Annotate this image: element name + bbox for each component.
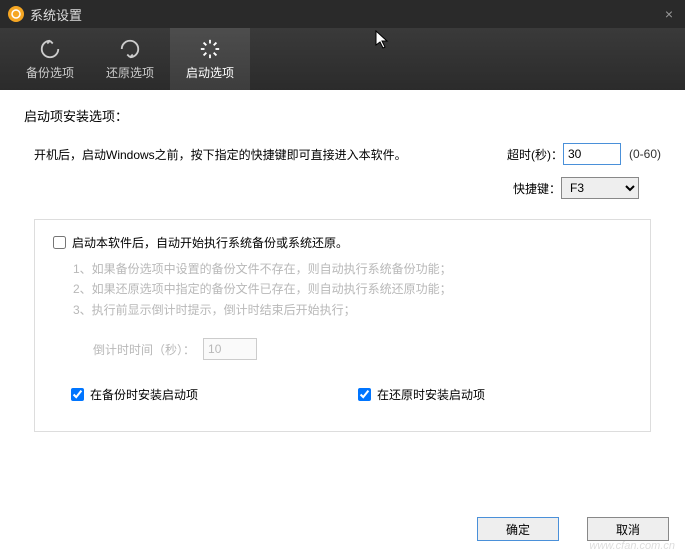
window-title: 系统设置 [30,5,661,24]
tab-backup-label: 备份选项 [26,64,74,81]
section-title: 启动项安装选项： [24,106,661,125]
restore-icon [119,38,141,60]
tab-startup-label: 启动选项 [186,64,234,81]
content-area: 启动项安装选项： 开机后，启动Windows之前，按下指定的快捷键即可直接进入本… [0,90,685,432]
hint-1: 1、如果备份选项中设置的备份文件不存在，则自动执行系统备份功能； [73,259,632,279]
tab-backup[interactable]: 备份选项 [10,28,90,90]
install-on-backup-label: 在备份时安装启动项 [90,386,198,403]
titlebar: 系统设置 × [0,0,685,28]
tab-bar: 备份选项 还原选项 启动选项 [0,28,685,90]
timeout-range: (0-60) [629,147,661,161]
close-icon[interactable]: × [661,6,677,22]
countdown-row: 倒计时时间（秒）： [53,338,632,360]
ok-button[interactable]: 确定 [477,517,559,541]
auto-run-checkbox[interactable] [53,236,66,249]
main-description: 开机后，启动Windows之前，按下指定的快捷键即可直接进入本软件。 [34,146,493,163]
countdown-label: 倒计时时间（秒）： [93,341,195,358]
install-on-restore-row[interactable]: 在还原时安装启动项 [358,386,485,403]
tab-startup[interactable]: 启动选项 [170,28,250,90]
install-on-restore-checkbox[interactable] [358,388,371,401]
watermark: www.cfan.com.cn [589,540,675,552]
hint-2: 2、如果还原选项中指定的备份文件已存在，则自动执行系统还原功能； [73,279,632,299]
hotkey-row: 快捷键： F3 [24,177,661,199]
auto-run-row[interactable]: 启动本软件后，自动开始执行系统备份或系统还原。 [53,234,632,251]
startup-icon [199,38,221,60]
footer-buttons: 确定 取消 [477,517,669,541]
install-on-restore-label: 在还原时安装启动项 [377,386,485,403]
countdown-input[interactable] [203,338,257,360]
tab-restore[interactable]: 还原选项 [90,28,170,90]
options-panel: 启动本软件后，自动开始执行系统备份或系统还原。 1、如果备份选项中设置的备份文件… [34,219,651,432]
app-icon [8,6,24,22]
cancel-button[interactable]: 取消 [587,517,669,541]
backup-icon [39,38,61,60]
auto-run-label: 启动本软件后，自动开始执行系统备份或系统还原。 [72,234,348,251]
hints: 1、如果备份选项中设置的备份文件不存在，则自动执行系统备份功能； 2、如果还原选… [53,259,632,320]
hint-3: 3、执行前显示倒计时提示，倒计时结束后开始执行； [73,300,632,320]
hotkey-label: 快捷键： [491,180,561,197]
install-on-backup-checkbox[interactable] [71,388,84,401]
timeout-label: 超时(秒)： [493,146,563,163]
main-row: 开机后，启动Windows之前，按下指定的快捷键即可直接进入本软件。 超时(秒)… [24,143,661,165]
timeout-input[interactable] [563,143,621,165]
install-options: 在备份时安装启动项 在还原时安装启动项 [53,386,632,403]
install-on-backup-row[interactable]: 在备份时安装启动项 [71,386,198,403]
tab-restore-label: 还原选项 [106,64,154,81]
hotkey-select[interactable]: F3 [561,177,639,199]
